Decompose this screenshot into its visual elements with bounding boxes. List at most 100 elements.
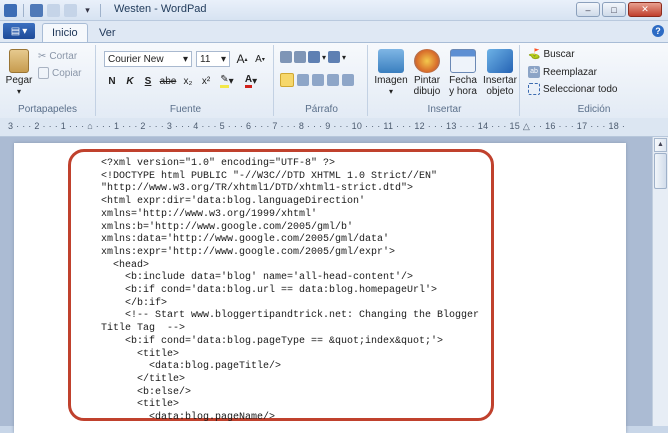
- highlighter-icon: ✎: [220, 74, 229, 88]
- scroll-thumb[interactable]: [654, 153, 667, 189]
- binoculars-icon: ⛳: [528, 49, 541, 60]
- tab-view[interactable]: Ver: [90, 23, 125, 42]
- app-icon[interactable]: [4, 3, 17, 17]
- find-label: Buscar: [543, 49, 575, 60]
- maximize-button[interactable]: □: [602, 2, 626, 17]
- decrease-indent-icon[interactable]: [280, 51, 292, 63]
- paste-button[interactable]: Pegar ▾: [4, 49, 34, 97]
- paragraph-group-label: Párrafo: [305, 104, 338, 115]
- undo-icon[interactable]: [47, 3, 60, 17]
- chevron-down-icon[interactable]: ▾: [342, 53, 346, 62]
- customize-toolbar-icon[interactable]: ▾: [81, 4, 94, 17]
- document-line: xmlns='http://www.w3.org/1999/xhtml': [101, 208, 318, 220]
- find-button[interactable]: ⛳ Buscar: [528, 49, 575, 60]
- document-line: </b:if>: [101, 297, 168, 309]
- underline-button[interactable]: S: [140, 73, 156, 89]
- ribbon: Pegar ▾ ✂ Cortar Copiar Portapapeles Cou…: [0, 42, 668, 119]
- document-line: <b:if cond='data:blog.pageType == &quot;…: [101, 335, 444, 347]
- shrink-font-label: A: [255, 53, 262, 65]
- copy-button[interactable]: Copiar: [38, 67, 81, 79]
- minimize-icon: –: [585, 4, 591, 15]
- font-group: Courier New ▾ 11 ▾ A ▴ A ▾ N K S abe x₂ x²…: [98, 45, 274, 116]
- save-icon[interactable]: [30, 3, 43, 17]
- minimize-button[interactable]: –: [576, 2, 600, 17]
- superscript-button[interactable]: x²: [198, 73, 214, 89]
- window-title: Westen - WordPad: [114, 3, 207, 15]
- align-center-icon[interactable]: [297, 74, 309, 86]
- redo-icon[interactable]: [64, 3, 77, 17]
- grow-font-button[interactable]: A ▴: [234, 51, 250, 67]
- cut-button[interactable]: ✂ Cortar: [38, 51, 77, 62]
- chevron-down-icon: ▾: [388, 87, 393, 96]
- tab-home[interactable]: Inicio: [42, 23, 88, 42]
- vertical-scrollbar[interactable]: ▲: [652, 137, 668, 426]
- font-family-dropdown[interactable]: Courier New ▾: [104, 51, 192, 67]
- quick-access-toolbar: ▾: [4, 2, 103, 18]
- document-line: <data:blog.pageName/>: [101, 412, 276, 424]
- text-color-button[interactable]: A ▾: [240, 73, 262, 89]
- insert-object-button[interactable]: Insertar objeto: [482, 49, 518, 97]
- font-format-row: N K S abe x₂ x² ✎ ▾ A ▾: [104, 73, 262, 89]
- datetime-label: Fecha y hora: [449, 75, 477, 97]
- menu-icon: ▤: [10, 25, 21, 37]
- title-bar: ▾ Westen - WordPad – □ ✕: [0, 0, 668, 21]
- font-size-dropdown[interactable]: 11 ▾: [196, 51, 230, 67]
- chevron-down-icon: ▾: [22, 25, 28, 37]
- document-line: xmlns:data='http://www.google.com/2005/g…: [101, 234, 390, 246]
- document-line: <!DOCTYPE html PUBLIC "-//W3C//DTD XHTML…: [101, 170, 438, 182]
- ruler[interactable]: 3 · · · 2 · · · 1 · · · ⌂ · · · 1 · · · …: [0, 118, 668, 137]
- highlight-color-button[interactable]: ✎ ▾: [216, 73, 238, 89]
- justify-icon[interactable]: [327, 74, 339, 86]
- line-spacing-icon[interactable]: [328, 51, 341, 63]
- highlighted-code-box: <?xml version="1.0" encoding="UTF-8" ?> <…: [68, 149, 494, 423]
- copy-label: Copiar: [52, 67, 82, 79]
- paragraph-settings-icon[interactable]: [342, 74, 354, 86]
- replace-button[interactable]: ab Reemplazar: [528, 66, 597, 78]
- shrink-font-button[interactable]: A ▾: [252, 51, 268, 67]
- align-left-icon[interactable]: [280, 73, 294, 87]
- close-button[interactable]: ✕: [628, 2, 662, 17]
- document-line: <data:blog.pageTitle/>: [101, 361, 282, 373]
- editing-group: ⛳ Buscar ab Reemplazar Seleccionar todo …: [522, 45, 666, 116]
- replace-label: Reemplazar: [543, 66, 597, 78]
- increase-indent-icon[interactable]: [294, 51, 306, 63]
- document-line: <html expr:dir='data:blog.languageDirect…: [101, 196, 366, 208]
- insert-group: Imagen ▾ Pintar dibujo Fecha y hora Inse…: [370, 45, 520, 116]
- application-menu-button[interactable]: ▤ ▾: [3, 23, 35, 39]
- paint-drawing-button[interactable]: Pintar dibujo: [410, 49, 444, 97]
- font-size-value: 11: [200, 53, 211, 65]
- document-page[interactable]: <?xml version="1.0" encoding="UTF-8" ?> <…: [14, 143, 626, 433]
- paragraph-group: ▾ ▾ Párrafo: [276, 45, 368, 116]
- subscript-button[interactable]: x₂: [180, 73, 196, 89]
- image-icon: [378, 49, 404, 73]
- insert-object-label: Insertar objeto: [483, 75, 517, 97]
- scroll-up-button[interactable]: ▲: [654, 138, 667, 152]
- document-line: </title>: [101, 373, 186, 385]
- strikethrough-button[interactable]: abe: [158, 73, 178, 89]
- help-icon[interactable]: ?: [652, 25, 664, 37]
- maximize-icon: □: [611, 4, 617, 15]
- document-line: <title>: [101, 399, 180, 411]
- bold-button[interactable]: N: [104, 73, 120, 89]
- clipboard-group-label: Portapapeles: [18, 104, 77, 115]
- chevron-down-icon[interactable]: ▾: [322, 53, 326, 62]
- paste-label: Pegar: [5, 75, 33, 86]
- close-icon: ✕: [641, 4, 649, 14]
- document-line: <title>: [101, 348, 180, 360]
- paint-drawing-label: Pintar dibujo: [413, 75, 441, 97]
- select-all-button[interactable]: Seleccionar todo: [528, 83, 618, 95]
- document-line: <head>: [101, 259, 150, 271]
- align-right-icon[interactable]: [312, 74, 324, 86]
- replace-icon: ab: [528, 66, 540, 78]
- insert-group-label: Insertar: [427, 104, 462, 115]
- datetime-button[interactable]: Fecha y hora: [446, 49, 480, 97]
- window-controls: – □ ✕: [576, 2, 662, 17]
- bullet-list-icon[interactable]: [308, 51, 320, 63]
- italic-button[interactable]: K: [122, 73, 138, 89]
- scissors-icon: ✂: [38, 51, 47, 62]
- font-family-value: Courier New: [108, 53, 164, 65]
- image-button[interactable]: Imagen ▾: [374, 49, 408, 97]
- document-text[interactable]: <?xml version="1.0" encoding="UTF-8" ?> <…: [101, 158, 491, 425]
- grow-font-label: A: [236, 52, 245, 66]
- document-line: <b:include data='blog' name='all-head-co…: [101, 272, 414, 284]
